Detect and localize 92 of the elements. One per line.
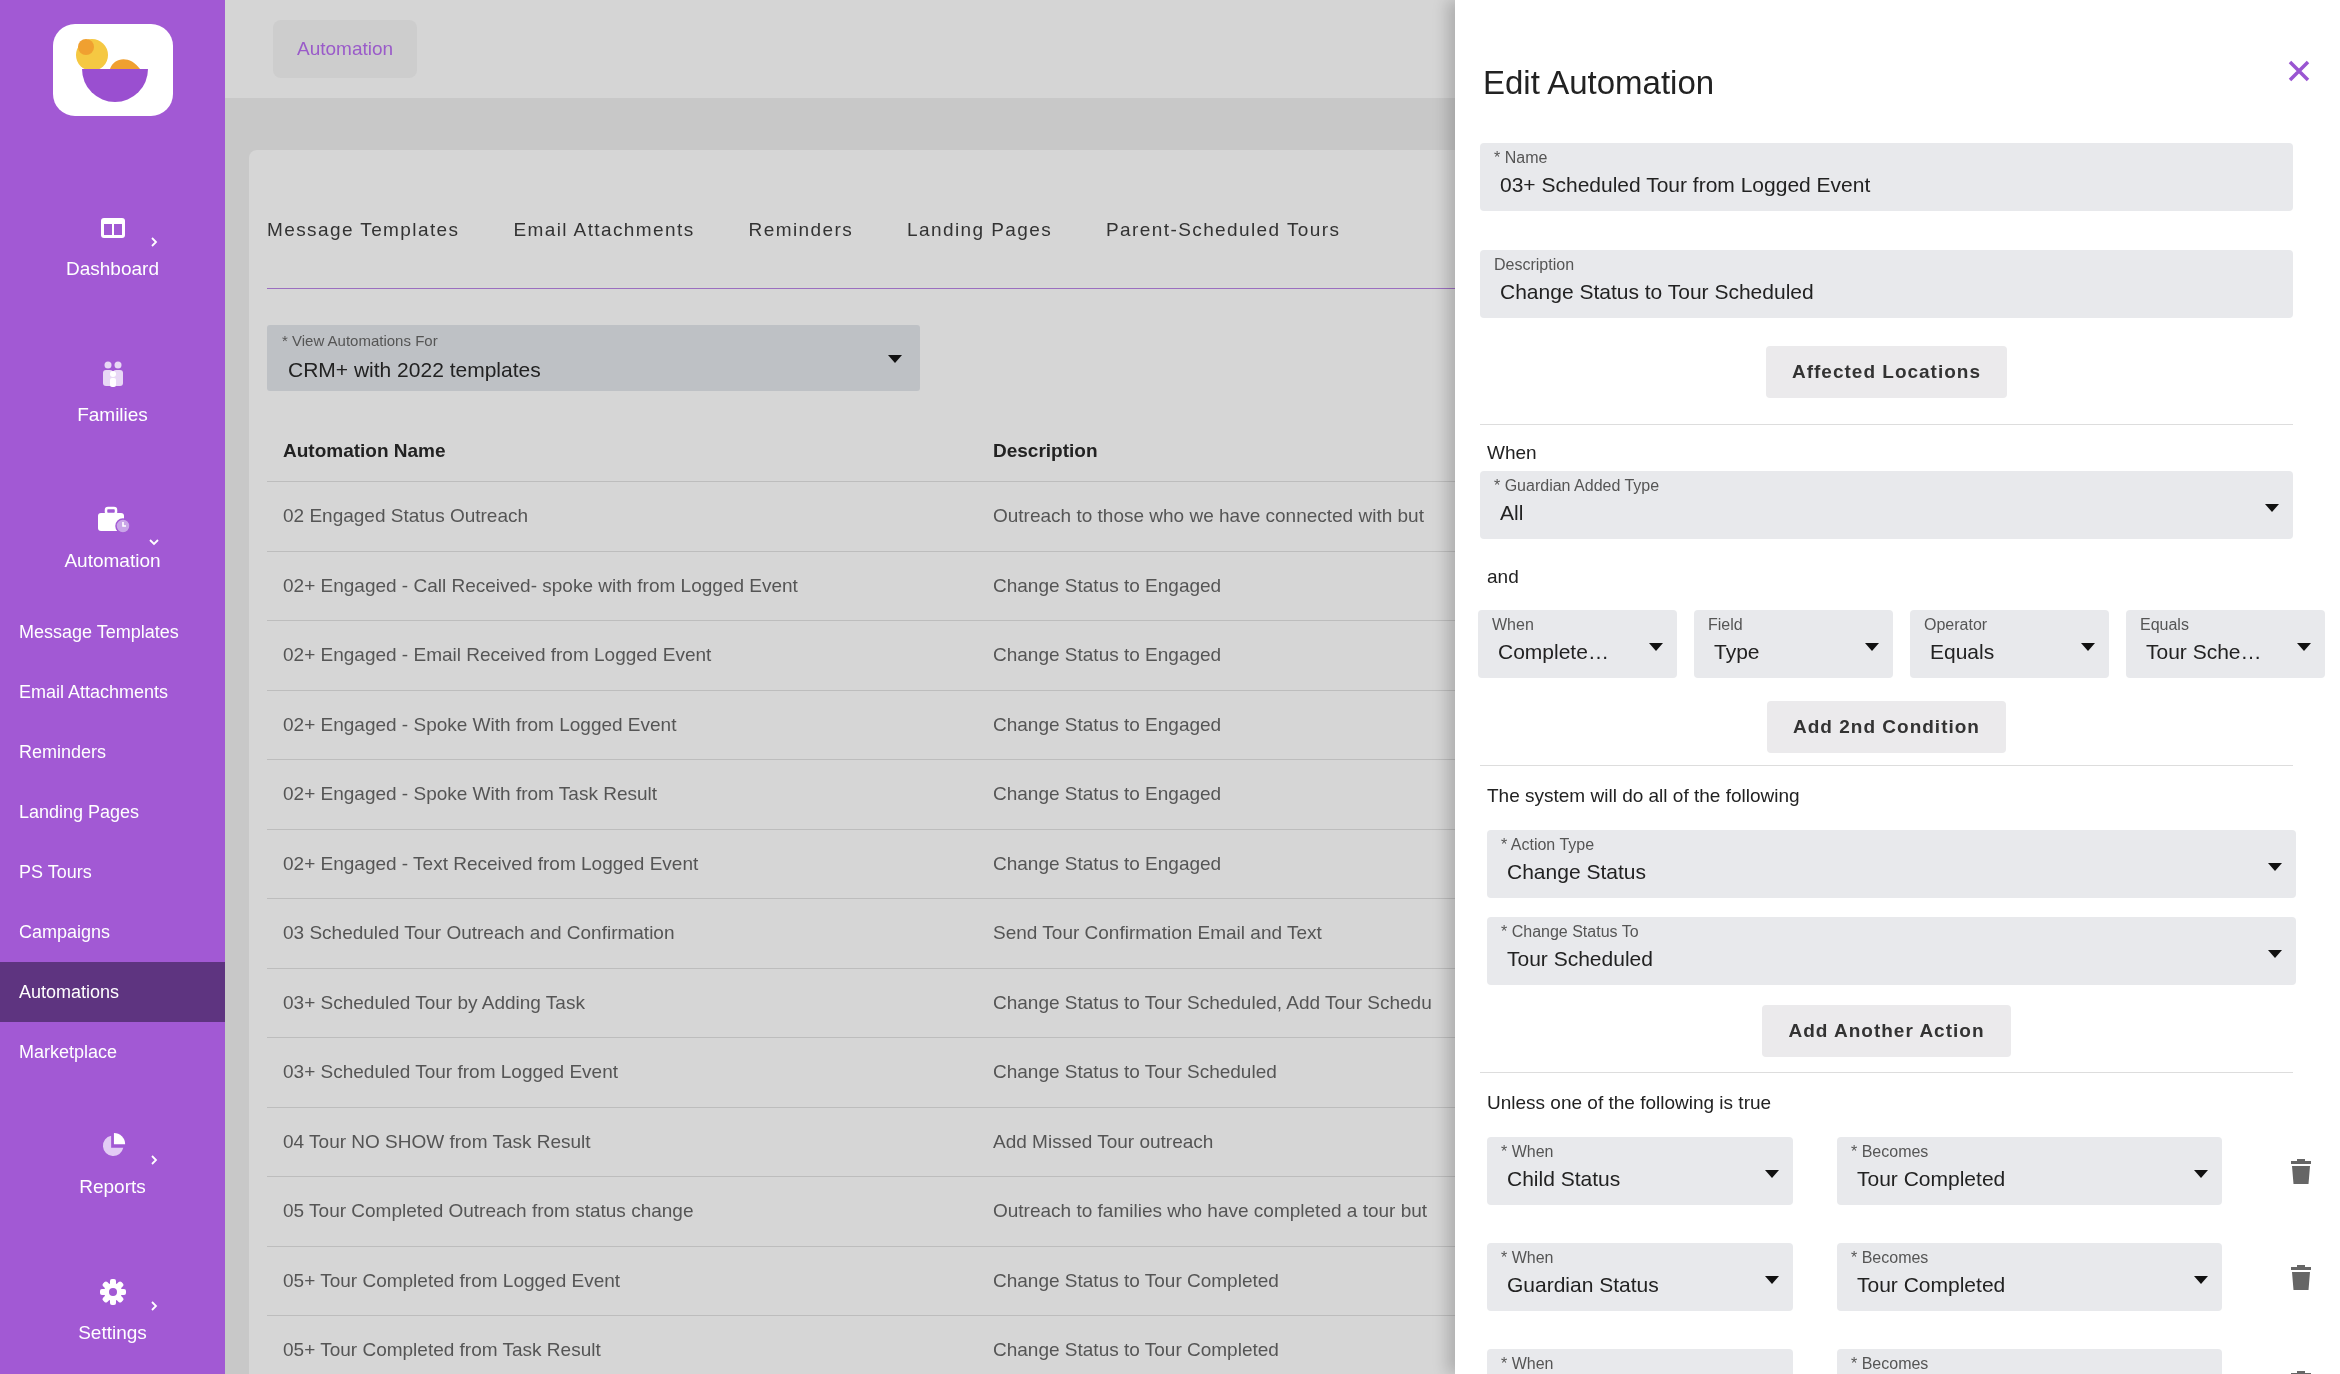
action-select[interactable]: * Action Type Change Status (1487, 830, 2296, 898)
condition-select[interactable]: Equals Tour Sche… (2126, 610, 2325, 678)
section-label: Unless one of the following is true (1487, 1091, 1773, 1115)
trash-icon[interactable] (2290, 1157, 2312, 1185)
nav-item[interactable]: Settings (0, 1228, 225, 1374)
caret-icon (1649, 643, 1663, 651)
affected-locations-button[interactable]: Affected Locations (1766, 346, 2007, 398)
table-cell-text: Outreach to those who we have connected with but (993, 505, 1425, 528)
caret-icon (1865, 643, 1879, 651)
table-cell-text: Change Status to Tour Completed (993, 1269, 1280, 1292)
caret-icon (1765, 1170, 1779, 1178)
description-field[interactable]: Description Change Status to Tour Scheduled (1480, 250, 2293, 318)
caret-icon (2194, 1276, 2208, 1284)
caret-icon (2268, 863, 2282, 871)
table-cell-text: 05+ Tour Completed from Logged Event (282, 1269, 622, 1292)
section-label: When (1487, 441, 1538, 465)
table-cell-text: Change Status to Engaged (993, 713, 1223, 736)
chevron-right-icon[interactable] (148, 1300, 160, 1312)
guardian-type-select[interactable]: * Guardian Added Type All (1480, 471, 2293, 539)
sidebar-subitem[interactable]: Reminders (0, 722, 225, 782)
sidebar-subitem[interactable]: Campaigns (0, 902, 225, 962)
nav-item[interactable]: Reports (0, 1082, 225, 1228)
chevron-down-icon[interactable] (148, 536, 160, 548)
table-cell-text: Change Status to Engaged (993, 644, 1223, 667)
tab[interactable]: Reminders (748, 210, 854, 250)
table-cell-text: Change Status to Tour Scheduled, Add Tour Schedu (993, 991, 1433, 1014)
chevron-right-icon[interactable] (148, 236, 160, 248)
trash-icon[interactable] (2290, 1263, 2312, 1291)
becomes-select[interactable]: * Becomes Tour Completed (1837, 1243, 2222, 1311)
chevron-right-icon[interactable] (148, 1154, 160, 1166)
panel-title: Edit Automation (1483, 64, 1715, 102)
add-action-button[interactable]: Add Another Action (1762, 1005, 2011, 1057)
sidebar-subitem[interactable]: Email Attachments (0, 662, 225, 722)
condition-select[interactable]: Field Type (1694, 610, 1893, 678)
tab[interactable]: Message Templates (267, 210, 460, 250)
tab[interactable]: Landing Pages (907, 210, 1053, 250)
when-select[interactable]: * When Guardian Status (1487, 1243, 1793, 1311)
table-cell-text: Add Missed Tour outreach (993, 1130, 1215, 1153)
caret-icon (2265, 504, 2279, 512)
sidebar-subitem[interactable]: Automations (0, 962, 225, 1022)
table-cell-text: 02+ Engaged - Email Received from Logged Event (282, 644, 713, 667)
table-cell-text: Change Status to Tour Completed (993, 1339, 1280, 1362)
caret-icon (1765, 1276, 1779, 1284)
sidebar-subitem[interactable]: Message Templates (0, 602, 225, 662)
table-cell-text: 05+ Tour Completed from Task Result (282, 1339, 602, 1362)
table-cell-text: Change Status to Engaged (993, 783, 1223, 806)
add-condition-button[interactable]: Add 2nd Condition (1767, 701, 2006, 753)
table-cell-text: Change Status to Engaged (993, 574, 1223, 597)
caret-icon (2081, 643, 2095, 651)
section-label: and (1487, 565, 1520, 589)
table-cell-text: 02 Engaged Status Outreach (282, 505, 530, 528)
settings-icon (98, 1278, 127, 1306)
column-header: Description (993, 440, 1099, 462)
table-cell-text: 02+ Engaged - Spoke With from Logged Event (282, 713, 678, 736)
table-cell-text: 02+ Engaged - Text Received from Logged Event (282, 852, 700, 875)
app-logo[interactable] (52, 24, 173, 116)
table-cell-text: Change Status to Engaged (993, 852, 1223, 875)
caret-icon (888, 355, 902, 363)
nav-item[interactable]: Dashboard (0, 164, 225, 310)
table-cell-text: 02+ Engaged - Call Received- spoke with from Logged Event (282, 574, 799, 597)
section-label: The system will do all of the following (1487, 784, 1801, 808)
table-cell-text: Outreach to families who have completed a tour but (993, 1200, 1429, 1223)
briefcase-clock-icon (95, 506, 130, 534)
table-cell-text: 02+ Engaged - Spoke With from Task Result (282, 783, 659, 806)
action-select[interactable]: * Change Status To Tour Scheduled (1487, 917, 2296, 985)
close-icon[interactable] (2288, 60, 2310, 82)
condition-select[interactable]: When Complete… (1478, 610, 1677, 678)
nav-item[interactable]: Automation (0, 456, 225, 602)
caret-icon (2194, 1170, 2208, 1178)
table-cell-text: 05 Tour Completed Outreach from status change (282, 1200, 695, 1223)
condition-select[interactable]: Operator Equals (1910, 610, 2109, 678)
column-header: Automation Name (282, 440, 447, 462)
becomes-select[interactable]: * Becomes Tour Completed (1837, 1137, 2222, 1205)
name-field[interactable]: * Name 03+ Scheduled Tour from Logged Event (1480, 143, 2293, 211)
when-select[interactable]: * When (1487, 1349, 1793, 1374)
sidebar-subitem[interactable]: Marketplace (0, 1022, 225, 1082)
table-cell-text: 03 Scheduled Tour Outreach and Confirmation (282, 922, 676, 945)
caret-icon (2268, 950, 2282, 958)
when-select[interactable]: * When Child Status (1487, 1137, 1793, 1205)
table-cell-text: 03+ Scheduled Tour from Logged Event (282, 1061, 620, 1084)
tab[interactable]: Parent-Scheduled Tours (1106, 210, 1341, 250)
sidebar-subitem[interactable]: PS Tours (0, 842, 225, 902)
table-cell-text: 03+ Scheduled Tour by Adding Task (282, 991, 586, 1014)
view-select[interactable]: * View Automations For CRM+ with 2022 templates (267, 325, 920, 391)
nav-item[interactable]: Families (0, 310, 225, 456)
table-cell-text: Change Status to Tour Scheduled (993, 1061, 1278, 1084)
caret-icon (2297, 643, 2311, 651)
sidebar-subitem[interactable]: Landing Pages (0, 782, 225, 842)
tab[interactable]: Email Attachments (513, 210, 695, 250)
table-cell-text: Send Tour Confirmation Email and Text (993, 922, 1323, 945)
becomes-select[interactable]: * Becomes (1837, 1349, 2222, 1374)
table-cell-text: 04 Tour NO SHOW from Task Result (282, 1130, 592, 1153)
